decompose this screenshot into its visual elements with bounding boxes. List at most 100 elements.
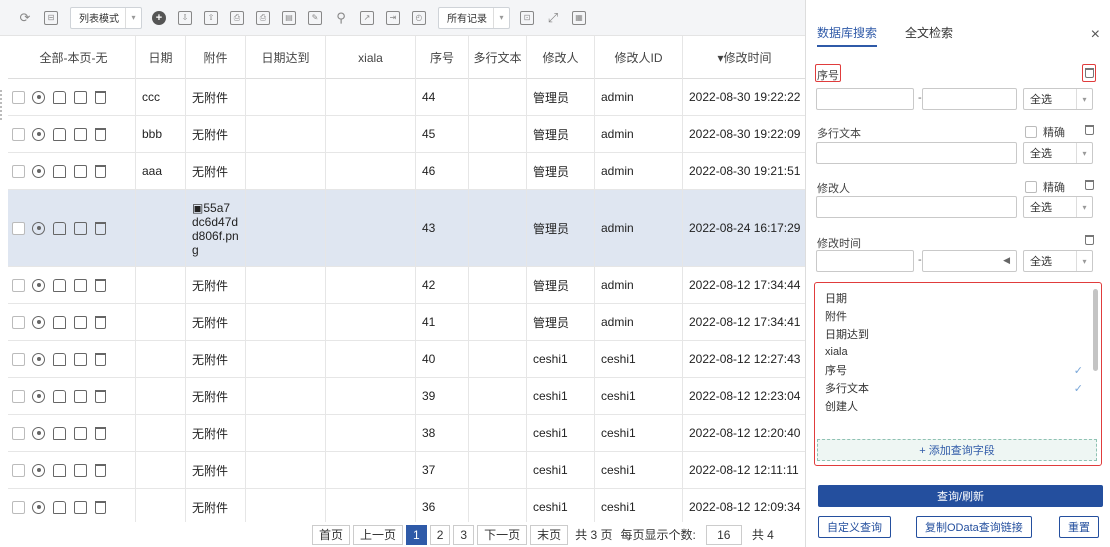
edit-icon[interactable] <box>74 426 87 440</box>
table-row[interactable]: ccc 无附件 44 管理员 admin 2022-08-30 19:22:22 <box>8 79 805 116</box>
save-view-icon[interactable]: ⊡ <box>520 10 534 25</box>
page-1-button[interactable]: 1 <box>406 524 427 545</box>
view-icon[interactable] <box>32 315 45 329</box>
edit-icon[interactable] <box>74 315 87 329</box>
delete-icon[interactable] <box>95 315 106 329</box>
fullscreen-icon[interactable]: ⤢ <box>546 10 560 25</box>
multiline-mode-select[interactable]: 全选 ▾ <box>1023 142 1093 164</box>
modifier-exact-checkbox[interactable]: 精确 <box>1025 179 1065 195</box>
add-query-field-button[interactable]: + 添加查询字段 <box>817 439 1097 461</box>
delete-icon[interactable] <box>95 352 106 366</box>
view-icon[interactable] <box>32 127 45 141</box>
delete-icon[interactable] <box>95 90 106 104</box>
row-checkbox[interactable] <box>12 426 25 440</box>
row-checkbox[interactable] <box>12 500 25 514</box>
page-2-button[interactable]: 2 <box>429 524 451 545</box>
view-mode-select[interactable]: 列表模式 ▾ <box>70 6 142 29</box>
modifier-mode-select[interactable]: 全选 ▾ <box>1023 196 1093 218</box>
history-icon[interactable]: ◴ <box>412 10 426 25</box>
print-icon[interactable] <box>53 221 66 235</box>
table-row[interactable]: 无附件 39 ceshi1 ceshi1 2022-08-12 12:23:04 <box>8 378 805 415</box>
field-option[interactable]: 日期达到 <box>815 325 1101 343</box>
export-icon[interactable]: ⇧ <box>204 10 218 25</box>
table-row[interactable]: 无附件 38 ceshi1 ceshi1 2022-08-12 12:20:40 <box>8 415 805 452</box>
column-settings-icon[interactable]: ▦ <box>572 10 586 25</box>
report-icon[interactable]: ▤ <box>282 10 296 25</box>
view-icon[interactable] <box>32 352 45 366</box>
add-icon[interactable]: + <box>152 10 166 25</box>
record-filter-select[interactable]: 所有记录 ▾ <box>438 6 510 29</box>
edit-icon[interactable] <box>74 500 87 514</box>
delete-icon[interactable] <box>95 463 106 477</box>
delete-icon[interactable] <box>95 426 106 440</box>
first-page-button[interactable]: 首页 <box>312 524 351 545</box>
time-mode-select[interactable]: 全选 ▾ <box>1023 250 1093 272</box>
last-page-button[interactable]: 末页 <box>530 524 569 545</box>
print-icon[interactable] <box>53 127 66 141</box>
delete-icon[interactable] <box>95 389 106 403</box>
edit-icon[interactable] <box>74 463 87 477</box>
next-page-button[interactable]: 下一页 <box>477 524 528 545</box>
table-row[interactable]: aaa 无附件 46 管理员 admin 2022-08-30 19:21:51 <box>8 153 805 190</box>
batch-edit-icon[interactable]: ✎ <box>308 10 322 25</box>
multiline-input[interactable] <box>816 142 1017 164</box>
table-row[interactable]: 无附件 40 ceshi1 ceshi1 2022-08-12 12:27:43 <box>8 341 805 378</box>
seq-from-input[interactable] <box>816 88 914 110</box>
print-icon[interactable] <box>53 463 66 477</box>
delete-icon[interactable] <box>1085 125 1094 135</box>
delete-icon[interactable] <box>95 500 106 514</box>
field-option[interactable]: 多行文本 ✓ <box>815 379 1101 397</box>
resize-handle[interactable] <box>0 90 6 120</box>
header-select[interactable]: 全部-本页-无 <box>8 36 136 79</box>
field-option[interactable]: xiala <box>815 343 1101 361</box>
print-icon[interactable] <box>53 500 66 514</box>
print-icon[interactable] <box>53 315 66 329</box>
print-icon[interactable] <box>53 352 66 366</box>
batch-print-icon[interactable]: ⎙ <box>256 10 270 25</box>
refresh-icon[interactable]: ⟳ <box>18 10 32 25</box>
table-row[interactable]: 无附件 37 ceshi1 ceshi1 2022-08-12 12:11:11 <box>8 452 805 489</box>
delete-icon[interactable] <box>95 164 106 178</box>
page-3-button[interactable]: 3 <box>453 524 475 545</box>
copy-odata-link-button[interactable]: 复制OData查询链接 <box>916 516 1032 538</box>
seq-mode-select[interactable]: 全选 ▾ <box>1023 88 1093 110</box>
query-refresh-button[interactable]: 查询/刷新 <box>818 485 1103 507</box>
edit-icon[interactable] <box>74 221 87 235</box>
row-checkbox[interactable] <box>12 315 25 329</box>
table-row[interactable]: 无附件 41 管理员 admin 2022-08-12 17:34:41 <box>8 304 805 341</box>
delete-icon[interactable] <box>1085 180 1094 190</box>
header-modifier-id[interactable]: 修改人ID <box>595 36 683 79</box>
view-icon[interactable] <box>32 278 45 292</box>
import-icon[interactable]: ⇩ <box>178 10 192 25</box>
close-icon[interactable]: × <box>1091 26 1100 44</box>
header-modified-time[interactable]: ▾修改时间 <box>683 36 805 79</box>
print-icon[interactable] <box>53 164 66 178</box>
calendar-arrow-icon[interactable]: ◀ <box>1003 255 1010 266</box>
table-row[interactable]: 无附件 36 ceshi1 ceshi1 2022-08-12 12:09:34 <box>8 489 805 526</box>
view-settings-icon[interactable]: ⊟ <box>44 10 58 25</box>
print-icon[interactable]: ⎙ <box>230 10 244 25</box>
field-option[interactable]: 附件 <box>815 307 1101 325</box>
view-icon[interactable] <box>32 90 45 104</box>
edit-icon[interactable] <box>74 352 87 366</box>
time-from-input[interactable] <box>816 250 914 272</box>
prev-page-button[interactable]: 上一页 <box>353 524 404 545</box>
table-row[interactable]: ▣55a7 dc6d47d d806f.pn g 43 管理员 admin 20… <box>8 190 805 267</box>
print-icon[interactable] <box>53 426 66 440</box>
view-icon[interactable] <box>32 463 45 477</box>
view-icon[interactable] <box>32 426 45 440</box>
edit-icon[interactable] <box>74 164 87 178</box>
share-icon[interactable]: ⚲ <box>334 10 348 25</box>
row-checkbox[interactable] <box>12 127 25 141</box>
delete-icon[interactable] <box>1085 235 1094 245</box>
attachment-cell[interactable]: ▣55a7 dc6d47d d806f.pn g <box>186 190 246 266</box>
print-icon[interactable] <box>53 389 66 403</box>
row-checkbox[interactable] <box>12 463 25 477</box>
row-checkbox[interactable] <box>12 164 25 178</box>
view-icon[interactable] <box>32 164 45 178</box>
row-checkbox[interactable] <box>12 221 25 235</box>
time-to-input[interactable]: ◀ <box>922 250 1017 272</box>
print-icon[interactable] <box>53 278 66 292</box>
tab-fulltext-search[interactable]: 全文检索 <box>905 24 953 47</box>
header-attachment[interactable]: 附件 <box>186 36 246 79</box>
